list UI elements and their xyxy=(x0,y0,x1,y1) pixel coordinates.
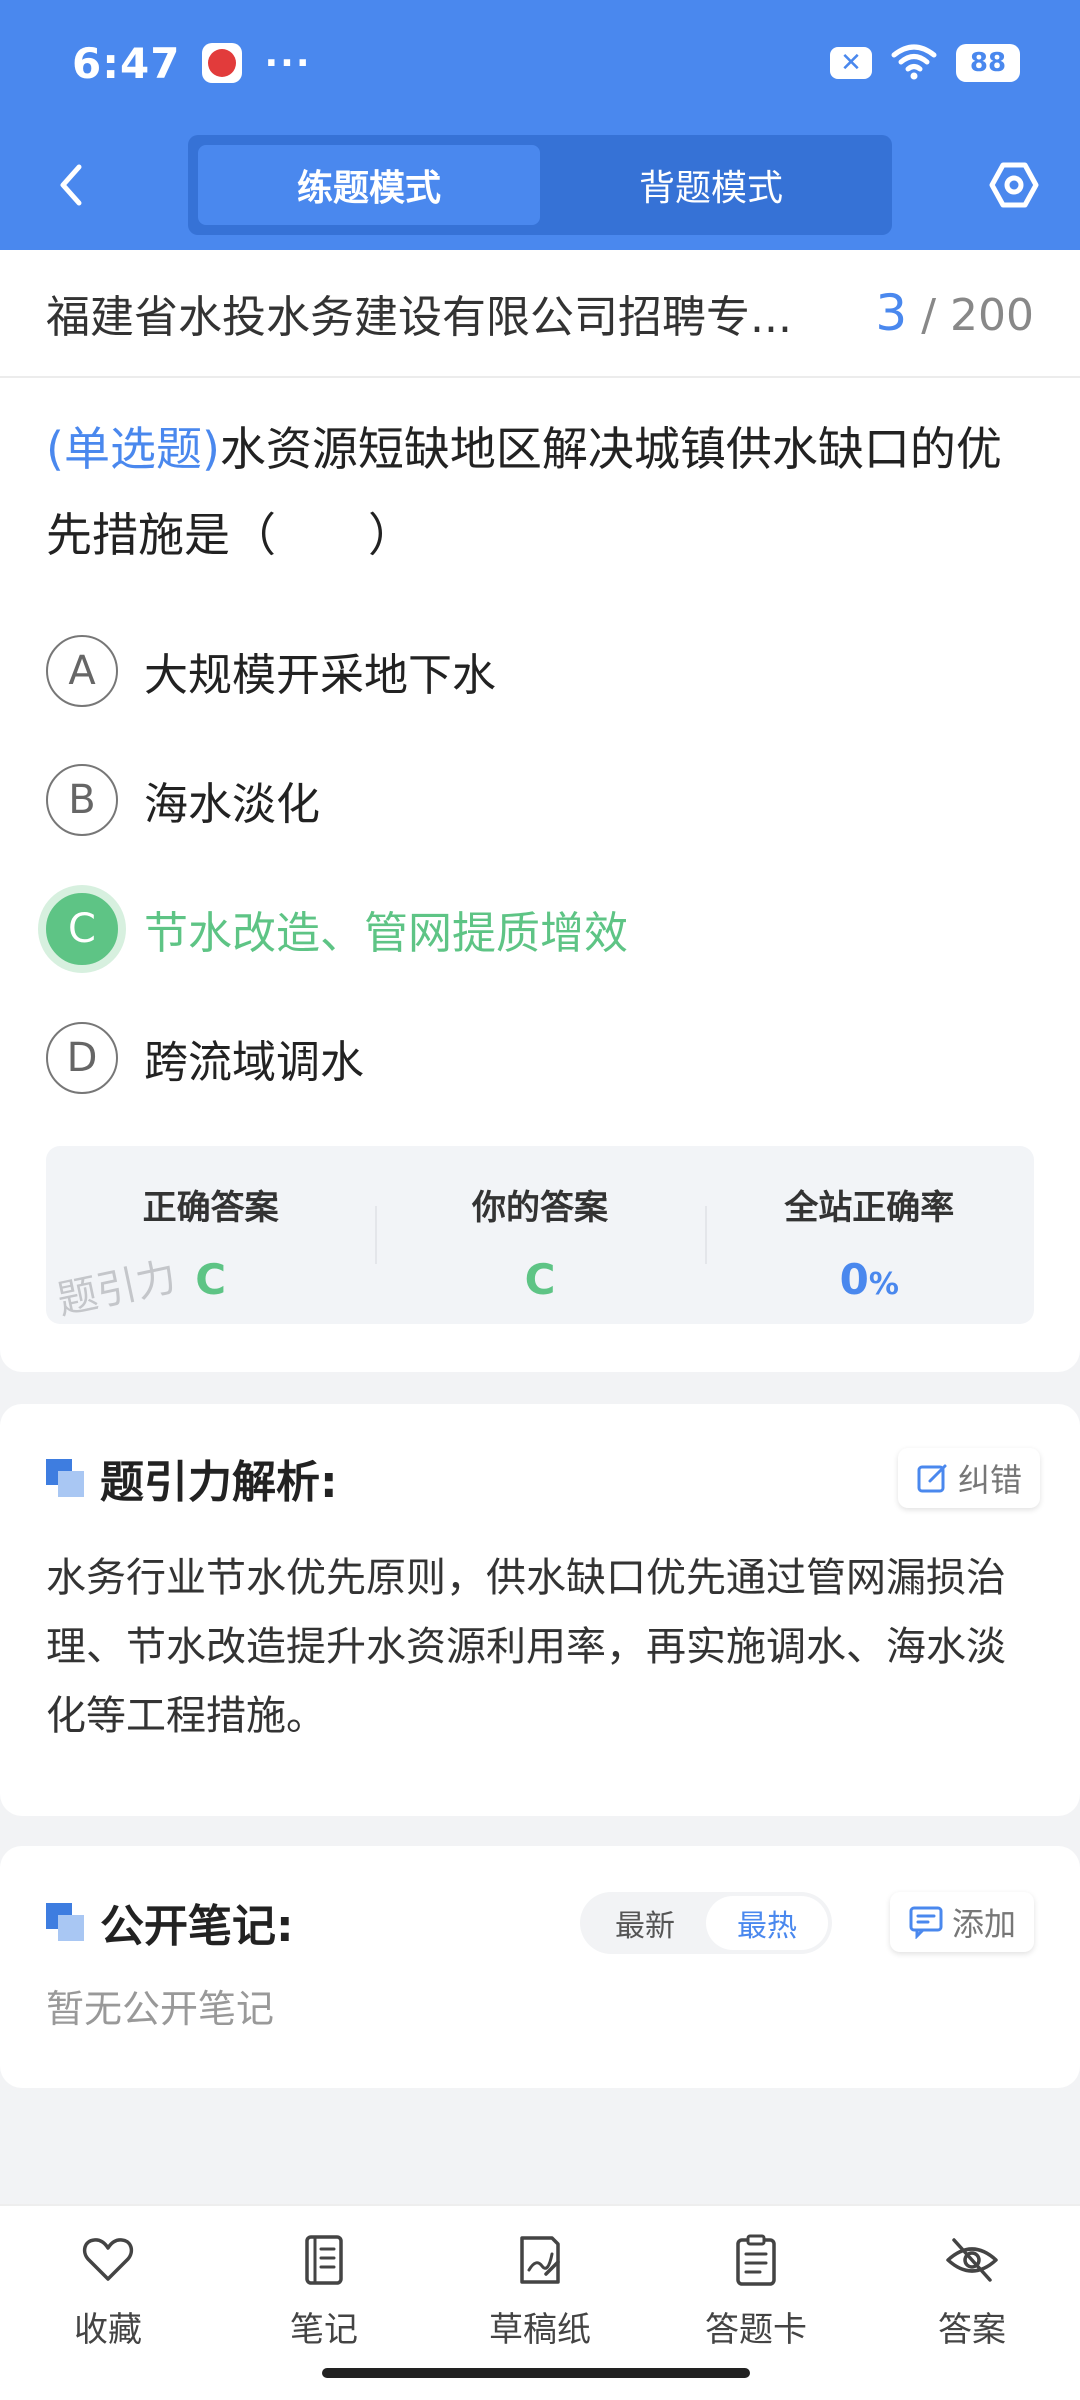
answer-card-icon xyxy=(736,2234,776,2286)
site-accuracy-label: 全站正确率 xyxy=(784,1188,955,1228)
battery-indicator: 88 xyxy=(956,44,1020,82)
your-answer-value: C xyxy=(524,1255,556,1304)
analysis-text: 水务行业节水优先原则，供水缺口优先通过管网漏损治理、节水改造提升水资源利用率，再… xyxy=(46,1555,1006,1739)
comment-icon xyxy=(909,1906,943,1939)
site-accuracy-value: 0% xyxy=(840,1255,899,1304)
notes-label: 笔记 xyxy=(290,2310,358,2350)
question-type-label: (单选题) xyxy=(46,422,220,476)
option-letter: A xyxy=(46,634,118,707)
question-card: 福建省水投水务建设有限公司招聘专... 3 / 200 (单选题)水资源短缺地区… xyxy=(0,250,1080,1372)
notes-title: 公开笔记: xyxy=(100,1901,294,1952)
sort-latest[interactable]: 最新 xyxy=(584,1896,706,1950)
analysis-card: 题引力解析: 纠错 水务行业节水优先原则，供水缺口优先通过管网漏损治理、节水改造… xyxy=(0,1404,1080,1816)
analysis-title: 题引力解析: xyxy=(100,1457,338,1508)
add-note-button[interactable]: 添加 xyxy=(890,1892,1035,1952)
notification-app-icon xyxy=(202,43,243,83)
correct-answer-value: C xyxy=(195,1255,227,1304)
eye-off-icon xyxy=(946,2238,998,2282)
empty-notes-text: 暂无公开笔记 xyxy=(46,1987,275,2031)
progress-total: / 200 xyxy=(921,290,1034,341)
back-arrow-icon[interactable] xyxy=(42,157,98,213)
tab-memorize-mode[interactable]: 背题模式 xyxy=(540,145,882,225)
notes-header: 公开笔记: xyxy=(46,1892,294,1952)
show-answer-label: 答案 xyxy=(938,2310,1006,2350)
top-nav: 练题模式 背题模式 xyxy=(0,135,1080,235)
show-answer-button[interactable]: 答案 xyxy=(864,2206,1080,2400)
option-text: 大规模开采地下水 xyxy=(144,649,496,701)
option-letter: D xyxy=(46,1021,118,1094)
mode-switch: 练题模式 背题模式 xyxy=(188,135,892,235)
correct-answer-label: 正确答案 xyxy=(142,1188,279,1228)
your-answer-col: 你的答案 C xyxy=(375,1146,704,1324)
option-d[interactable]: D 跨流域调水 xyxy=(0,993,1080,1122)
option-text: 节水改造、管网提质增效 xyxy=(144,907,628,959)
option-text: 海水淡化 xyxy=(144,778,320,830)
edit-icon xyxy=(917,1464,947,1493)
wifi-icon xyxy=(890,41,938,85)
notes-card: 公开笔记: 最新 最热 添加 暂无公开笔记 xyxy=(0,1846,1080,2088)
draft-paper-label: 草稿纸 xyxy=(489,2310,591,2350)
correct-answer-col: 正确答案 C 题引力 xyxy=(46,1146,375,1324)
favorite-label: 收藏 xyxy=(74,2310,142,2350)
section-squares-icon xyxy=(46,1903,84,1941)
notes-sort-switch: 最新 最热 xyxy=(580,1892,832,1954)
sort-hot[interactable]: 最热 xyxy=(706,1896,828,1950)
answer-card-label: 答题卡 xyxy=(705,2310,807,2350)
exam-title: 福建省水投水务建设有限公司招聘专... xyxy=(46,292,792,343)
notebook-icon xyxy=(305,2235,343,2285)
app-header: 6:47 ··· ✕ 88 练题模式 背题模式 xyxy=(0,0,1080,250)
question-stem: (单选题)水资源短缺地区解决城镇供水缺口的优先措施是（ ） xyxy=(0,378,1080,578)
favorite-button[interactable]: 收藏 xyxy=(0,2206,216,2400)
draft-paper-icon xyxy=(520,2236,560,2284)
option-text: 跨流域调水 xyxy=(144,1036,364,1088)
status-time: 6:47 xyxy=(72,38,181,88)
progress-current: 3 xyxy=(875,284,908,342)
analysis-header: 题引力解析: xyxy=(46,1448,338,1508)
option-letter: B xyxy=(46,763,118,836)
settings-icon[interactable] xyxy=(986,157,1042,213)
option-a[interactable]: A 大规模开采地下水 xyxy=(0,606,1080,735)
site-accuracy-col: 全站正确率 0% xyxy=(704,1146,1034,1324)
question-progress: 3 / 200 xyxy=(875,284,1034,342)
exam-title-row: 福建省水投水务建设有限公司招聘专... 3 / 200 xyxy=(0,250,1080,378)
option-letter: C xyxy=(46,892,118,965)
site-accuracy-unit: % xyxy=(868,1267,899,1302)
no-sim-icon: ✕ xyxy=(830,47,872,79)
home-indicator xyxy=(322,2368,750,2378)
option-c[interactable]: C 节水改造、管网提质增效 xyxy=(0,864,1080,993)
watermark: 题引力 xyxy=(53,1253,181,1324)
answer-summary: 正确答案 C 题引力 你的答案 C 全站正确率 0% xyxy=(46,1146,1034,1324)
site-accuracy-number: 0 xyxy=(839,1255,869,1304)
option-b[interactable]: B 海水淡化 xyxy=(0,735,1080,864)
options-list: A 大规模开采地下水 B 海水淡化 C 节水改造、管网提质增效 D 跨流域调水 xyxy=(0,606,1080,1122)
heart-icon xyxy=(82,2238,134,2281)
report-error-label: 纠错 xyxy=(958,1461,1023,1499)
your-answer-label: 你的答案 xyxy=(471,1188,608,1228)
section-squares-icon xyxy=(46,1459,84,1497)
add-note-label: 添加 xyxy=(952,1905,1017,1943)
report-error-button[interactable]: 纠错 xyxy=(898,1448,1041,1508)
status-bar: 6:47 ··· ✕ 88 xyxy=(72,30,1020,96)
more-notifications-icon: ··· xyxy=(264,42,312,84)
tab-practice-mode[interactable]: 练题模式 xyxy=(198,145,540,225)
